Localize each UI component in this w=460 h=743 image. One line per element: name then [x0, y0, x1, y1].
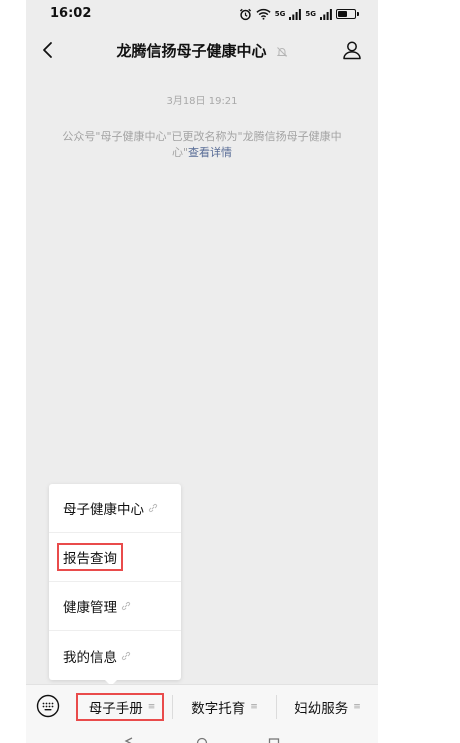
- submenu-item-maternal-health-center[interactable]: 母子健康中心: [49, 484, 181, 533]
- keyboard-icon[interactable]: [36, 694, 60, 718]
- mute-bell-icon: [276, 47, 287, 57]
- highlight-box-handbook: 母子手册 ≡: [75, 692, 165, 721]
- menu-tab-maternal-handbook[interactable]: 母子手册 ≡: [70, 685, 170, 728]
- highlight-box-report-query: 报告查询: [57, 543, 123, 571]
- submenu-popup: 母子健康中心 报告查询 健康管理 我的信息: [49, 484, 181, 686]
- system-nav-bar: [26, 728, 378, 743]
- signal-icon: [320, 8, 332, 20]
- system-recents-icon[interactable]: [268, 737, 280, 743]
- submenu-item-label: 报告查询: [63, 551, 117, 567]
- menu-tab-digital-childcare[interactable]: 数字托育 ≡: [173, 685, 276, 728]
- submenu-item-label: 母子健康中心: [63, 502, 144, 518]
- submenu-item-my-info[interactable]: 我的信息: [49, 631, 181, 680]
- link-icon: [121, 651, 131, 660]
- battery-level: [338, 11, 348, 17]
- battery-icon: [336, 9, 359, 19]
- profile-icon[interactable]: [340, 38, 364, 62]
- system-back-icon[interactable]: [124, 737, 134, 743]
- submenu-item-label: 健康管理: [63, 600, 117, 616]
- submenu-item-health-management[interactable]: 健康管理: [49, 582, 181, 631]
- submenu-item-report-query[interactable]: 报告查询: [49, 533, 181, 582]
- menu-tab-label: 数字托育: [191, 700, 246, 717]
- page-title: 龙腾信扬母子健康中心: [116, 42, 267, 60]
- status-time: 16:02: [50, 6, 92, 21]
- status-bar: 16:02 5G 5G: [26, 0, 378, 28]
- submenu-indicator-icon: ≡: [353, 701, 361, 712]
- menu-tab-label: 母子手册: [88, 700, 143, 717]
- system-notice: 公众号"母子健康中心"已更改名称为"龙腾信扬母子健康中心"查看详情: [56, 129, 348, 161]
- alarm-icon: [239, 8, 251, 20]
- network-type-2: 5G: [305, 9, 316, 18]
- link-icon: [148, 503, 158, 513]
- menu-bar: 母子手册 ≡ 数字托育 ≡ 妇幼服务 ≡: [26, 684, 378, 728]
- link-icon: [121, 601, 131, 611]
- status-icons: 5G 5G: [239, 6, 359, 22]
- network-type-1: 5G: [274, 9, 286, 18]
- menu-tab-maternal-child-services[interactable]: 妇幼服务 ≡: [277, 685, 378, 728]
- wifi-icon: [256, 8, 271, 20]
- submenu-indicator-icon: ≡: [250, 701, 258, 712]
- view-details-link[interactable]: 查看详情: [188, 146, 232, 159]
- message-timestamp: 3月18日 19:21: [166, 96, 238, 107]
- submenu-item-label: 我的信息: [63, 649, 117, 666]
- phone-screen: 16:02 5G 5G 龙腾信扬母子健康中心 3月18日 19:21 公众号"母…: [26, 0, 378, 743]
- submenu-indicator-icon: ≡: [147, 701, 156, 712]
- nav-bar: 龙腾信扬母子健康中心: [26, 28, 378, 72]
- nav-title-wrap: 龙腾信扬母子健康中心: [26, 40, 378, 61]
- signal-icon: [289, 8, 302, 20]
- menu-tab-label: 妇幼服务: [294, 700, 349, 717]
- system-home-icon[interactable]: [196, 737, 208, 743]
